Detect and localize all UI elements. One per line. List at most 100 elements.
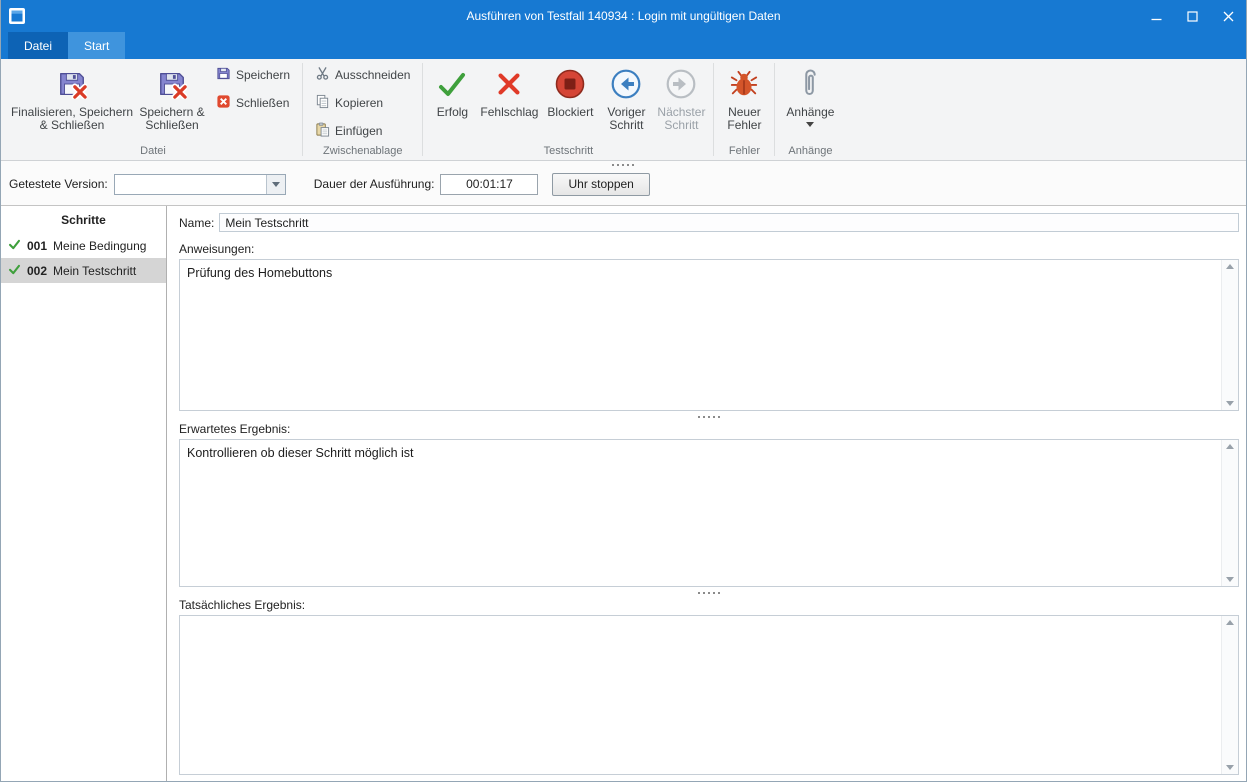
window-controls bbox=[1138, 0, 1246, 32]
app-icon[interactable] bbox=[8, 7, 26, 25]
actual-result-label: Tatsächliches Ergebnis: bbox=[179, 598, 1239, 612]
tested-version-combobox[interactable] bbox=[114, 174, 286, 195]
ribbon-group-datei: Finalisieren, Speichern & Schließen bbox=[4, 59, 302, 160]
save-and-close-button[interactable]: Speichern & Schließen bbox=[136, 62, 208, 144]
scroll-down-icon[interactable] bbox=[1226, 577, 1234, 582]
failure-x-icon bbox=[494, 66, 524, 102]
copy-label: Kopieren bbox=[335, 96, 383, 110]
scroll-up-icon[interactable] bbox=[1226, 620, 1234, 625]
new-error-label: Neuer Fehler bbox=[720, 106, 768, 132]
tab-start[interactable]: Start bbox=[68, 32, 125, 59]
duration-input[interactable] bbox=[440, 174, 538, 195]
success-button[interactable]: Erfolg bbox=[427, 62, 477, 144]
attachments-label: Anhänge bbox=[786, 106, 834, 119]
actual-result-textarea[interactable] bbox=[179, 615, 1239, 775]
step-check-icon bbox=[8, 263, 21, 279]
vertical-scrollbar[interactable] bbox=[1221, 440, 1238, 586]
group-label-datei: Datei bbox=[4, 144, 302, 160]
close-ribbon-button[interactable]: Schließen bbox=[212, 92, 294, 114]
ribbon-splitter-grip[interactable] bbox=[612, 164, 635, 166]
instructions-text: Prüfung des Homebuttons bbox=[180, 260, 1238, 286]
previous-step-button[interactable]: Voriger Schritt bbox=[599, 62, 653, 144]
steps-sidebar: Schritte 001 Meine Bedingung 002 Mein Te… bbox=[1, 206, 167, 781]
minimize-button[interactable] bbox=[1138, 0, 1174, 32]
step-list-item-selected[interactable]: 002 Mein Testschritt bbox=[1, 258, 166, 283]
new-error-button[interactable]: Neuer Fehler bbox=[718, 62, 770, 144]
paste-button[interactable]: Einfügen bbox=[311, 120, 414, 142]
ribbon-group-anhaenge: Anhänge Anhänge bbox=[775, 59, 845, 160]
save-icon bbox=[216, 66, 231, 84]
expected-result-label: Erwartetes Ergebnis: bbox=[179, 422, 1239, 436]
scroll-down-icon[interactable] bbox=[1226, 765, 1234, 770]
group-label-fehler: Fehler bbox=[714, 144, 774, 160]
scroll-up-icon[interactable] bbox=[1226, 264, 1234, 269]
group-label-anhaenge: Anhänge bbox=[775, 144, 845, 160]
expected-result-textarea[interactable]: Kontrollieren ob dieser Schritt möglich … bbox=[179, 439, 1239, 587]
failure-button[interactable]: Fehlschlag bbox=[477, 62, 541, 144]
next-arrow-icon bbox=[665, 66, 697, 102]
save-button[interactable]: Speichern bbox=[212, 64, 294, 86]
group-label-testschritt: Testschritt bbox=[423, 144, 713, 160]
expected-result-text: Kontrollieren ob dieser Schritt möglich … bbox=[180, 440, 1238, 466]
maximize-button[interactable] bbox=[1174, 0, 1210, 32]
splitter-grip[interactable] bbox=[698, 416, 721, 418]
instructions-label: Anweisungen: bbox=[179, 242, 1239, 256]
group-label-zwischenablage: Zwischenablage bbox=[303, 144, 422, 160]
minimize-icon bbox=[1151, 11, 1162, 22]
vertical-scrollbar[interactable] bbox=[1221, 260, 1238, 410]
close-icon bbox=[1223, 11, 1234, 22]
finalize-save-close-label: Finalisieren, Speichern & Schließen bbox=[10, 106, 134, 132]
copy-button[interactable]: Kopieren bbox=[311, 92, 414, 114]
save-and-close-label: Speichern & Schließen bbox=[138, 106, 206, 132]
blocked-label: Blockiert bbox=[547, 106, 593, 119]
ribbon-group-testschritt: Erfolg Fehlschlag bbox=[423, 59, 713, 160]
close-ribbon-label: Schließen bbox=[236, 96, 289, 110]
ribbon-group-zwischenablage: Ausschneiden Kopieren bbox=[303, 59, 422, 160]
vertical-scrollbar[interactable] bbox=[1221, 616, 1238, 774]
step-list-item[interactable]: 001 Meine Bedingung bbox=[1, 233, 166, 258]
copy-icon bbox=[315, 94, 330, 112]
step-check-icon bbox=[8, 238, 21, 254]
cut-label: Ausschneiden bbox=[335, 68, 410, 82]
stop-clock-button[interactable]: Uhr stoppen bbox=[552, 173, 649, 196]
titlebar: Ausführen von Testfall 140934 : Login mi… bbox=[1, 0, 1246, 32]
ribbon-tabstrip: Datei Start bbox=[1, 32, 1246, 59]
save-close-icon bbox=[157, 66, 187, 102]
name-label: Name: bbox=[179, 216, 214, 230]
bug-icon bbox=[729, 66, 759, 102]
tested-version-value bbox=[115, 175, 266, 194]
save-label: Speichern bbox=[236, 68, 290, 82]
next-step-button: Nächster Schritt bbox=[653, 62, 709, 144]
splitter-grip[interactable] bbox=[698, 592, 721, 594]
attachments-dropdown-icon bbox=[806, 122, 814, 127]
scroll-down-icon[interactable] bbox=[1226, 401, 1234, 406]
next-step-label: Nächster Schritt bbox=[655, 106, 707, 132]
failure-label: Fehlschlag bbox=[480, 106, 538, 119]
finalize-save-close-button[interactable]: Finalisieren, Speichern & Schließen bbox=[8, 62, 136, 144]
paperclip-icon bbox=[797, 66, 823, 102]
combobox-dropdown-button[interactable] bbox=[266, 175, 285, 194]
blocked-button[interactable]: Blockiert bbox=[541, 62, 599, 144]
steps-header: Schritte bbox=[1, 206, 166, 233]
attachments-button[interactable]: Anhänge bbox=[779, 62, 841, 144]
name-input[interactable] bbox=[219, 213, 1239, 232]
save-finalize-icon bbox=[57, 66, 87, 102]
app-window: Ausführen von Testfall 140934 : Login mi… bbox=[0, 0, 1247, 782]
step-detail-pane: Name: Anweisungen: Prüfung des Homebutto… bbox=[167, 206, 1246, 781]
ribbon: Finalisieren, Speichern & Schließen bbox=[1, 59, 1246, 161]
actual-result-text bbox=[180, 616, 1238, 626]
paste-icon bbox=[315, 122, 330, 140]
step-label: Mein Testschritt bbox=[53, 264, 136, 278]
tested-version-label: Getestete Version: bbox=[9, 177, 108, 191]
chevron-down-icon bbox=[272, 182, 280, 187]
cut-button[interactable]: Ausschneiden bbox=[311, 64, 414, 86]
step-number: 002 bbox=[27, 264, 47, 278]
sub-toolbar: Getestete Version: Dauer der Ausführung:… bbox=[1, 161, 1246, 206]
close-x-icon bbox=[216, 94, 231, 112]
instructions-textarea[interactable]: Prüfung des Homebuttons bbox=[179, 259, 1239, 411]
close-button[interactable] bbox=[1210, 0, 1246, 32]
scroll-up-icon[interactable] bbox=[1226, 444, 1234, 449]
tab-datei[interactable]: Datei bbox=[8, 32, 68, 59]
blocked-stop-icon bbox=[554, 66, 586, 102]
step-label: Meine Bedingung bbox=[53, 239, 146, 253]
